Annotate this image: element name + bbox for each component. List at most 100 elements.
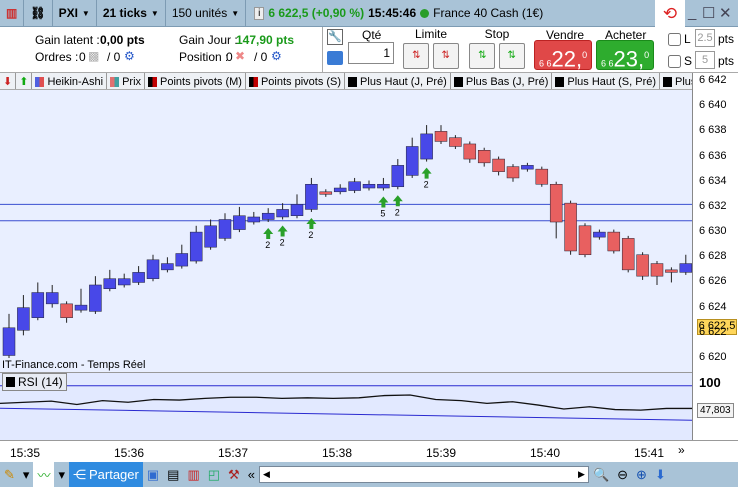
candle-body: [204, 225, 217, 248]
maximize-icon[interactable]: ☐: [702, 4, 715, 22]
orders-cancel-icon[interactable]: ▩: [88, 49, 99, 63]
indicator-2[interactable]: Points pivots (M): [145, 73, 246, 89]
zoom-in-icon[interactable]: ⊕: [632, 462, 651, 487]
orderbook-icon[interactable]: ▥: [183, 462, 203, 487]
limit-buy-button[interactable]: ⇅: [403, 43, 430, 69]
candle-body: [521, 165, 534, 170]
symbol-select[interactable]: PXI ▼: [53, 0, 97, 27]
buy-button[interactable]: 6 623,0: [596, 40, 654, 71]
candlestick-chart[interactable]: 2 225 22: [0, 90, 693, 372]
comment-icon[interactable]: ▣: [143, 462, 163, 487]
candle-0: [2, 313, 16, 358]
horizontal-scrollbar[interactable]: ◀ ▶: [258, 466, 589, 483]
indicator-0[interactable]: Heikin-Ashi: [32, 73, 108, 89]
buy-prefix: 6 6: [601, 58, 614, 69]
info-icon[interactable]: i: [254, 6, 265, 20]
minimize-icon[interactable]: _: [688, 4, 696, 21]
gain-jour-value: 147,90 pts: [236, 33, 295, 47]
limit-modify-button[interactable]: ⇅: [432, 43, 459, 69]
indicator-7[interactable]: Plus: [660, 73, 692, 89]
rsi-legend[interactable]: RSI (14): [2, 373, 67, 391]
keyboard-icon[interactable]: [327, 51, 343, 65]
candle-1: [17, 295, 30, 336]
stop-checkbox[interactable]: [668, 55, 681, 68]
scroll-down-button[interactable]: ⬇: [0, 73, 17, 89]
indicators-dropdown[interactable]: ▾: [54, 462, 69, 487]
candle-44: [636, 252, 649, 280]
indicators-icon[interactable]: 〰: [33, 462, 55, 487]
candle-body: [261, 212, 275, 220]
candle-34: [492, 156, 505, 176]
quantity-input[interactable]: [348, 42, 394, 64]
rsi-band-line: [0, 407, 693, 421]
tools-icon[interactable]: ⚒: [224, 462, 244, 487]
scroll-up-button[interactable]: ⬆: [16, 73, 33, 89]
stop-button[interactable]: ⇅: [469, 43, 496, 69]
candle-27: [391, 159, 405, 190]
candle-18: [261, 208, 275, 223]
ticks-select[interactable]: 21 ticks ▼: [97, 0, 166, 27]
buy-signal-arrow-icon: [306, 217, 317, 229]
candle-body: [74, 304, 88, 311]
top-toolbar: ▥ ⛓ PXI ▼ 21 ticks ▼ 150 unités ▼ i 6 622,5…: [0, 0, 738, 27]
scroll-end-icon[interactable]: »: [678, 443, 685, 457]
status-dot-icon: [420, 8, 430, 18]
indicator-swatch: [555, 76, 565, 87]
wrench-icon[interactable]: 🔧: [327, 29, 343, 45]
ordres-gear-icon[interactable]: ⚙: [124, 49, 135, 63]
candle-body: [161, 263, 174, 271]
scroll-down-icon[interactable]: ⬇: [651, 462, 670, 487]
rsi-top-tick: 100: [699, 375, 721, 390]
candle-body: [391, 165, 405, 188]
position-gear-icon[interactable]: ⚙: [271, 49, 282, 63]
close-icon[interactable]: ✕: [719, 4, 732, 22]
share-icon: ⋲: [72, 466, 86, 482]
price-chart[interactable]: 222522 IT-Finance.com - Temps Réel: [0, 90, 693, 372]
share-button[interactable]: ⋲ Partager: [68, 462, 143, 487]
zoom-fit-icon[interactable]: 🔍: [589, 462, 613, 487]
indicator-4[interactable]: Plus Haut (J, Pré): [345, 73, 451, 89]
signal-count: 5: [380, 209, 385, 219]
link-icon[interactable]: ⛓: [24, 0, 53, 27]
units-select[interactable]: 150 unités ▼: [166, 0, 247, 27]
sell-button[interactable]: 6 622,0: [534, 40, 592, 71]
candle-11: [161, 257, 174, 273]
candle-body: [2, 327, 16, 356]
candle-37: [535, 166, 549, 187]
zoom-out-icon[interactable]: ⊖: [613, 462, 632, 487]
price-axis[interactable]: 6 622,5 100 47,803 6 642 6 640 6 638 6 636 6…: [692, 73, 738, 440]
signal-count: 2: [395, 207, 400, 217]
compare-icon[interactable]: ◰: [204, 462, 224, 487]
candle-body: [103, 278, 117, 290]
draw-dropdown[interactable]: ▾: [19, 462, 34, 487]
candle-body: [506, 166, 520, 179]
time-axis: » 15:35 15:36 15:37 15:38 15:39 15:40 15:41: [0, 440, 738, 462]
indicator-3[interactable]: Points pivots (S): [246, 73, 346, 89]
stop-pts-input[interactable]: [695, 51, 715, 69]
indicator-6[interactable]: Plus Haut (S, Pré): [552, 73, 661, 89]
stop-modify-button[interactable]: ⇅: [498, 43, 525, 69]
candle-39: [564, 200, 577, 255]
candle-9: [132, 266, 145, 285]
candle-body: [218, 219, 232, 239]
indicator-swatch: [248, 76, 258, 87]
scroll-left-icon[interactable]: «: [244, 462, 259, 487]
candle-43: [621, 235, 635, 273]
indicator-label: Plus: [675, 75, 692, 88]
indicator-label: Plus Bas (J, Pré): [465, 75, 549, 88]
refresh-icon[interactable]: ⟲: [655, 0, 685, 27]
rsi-value-marker: 47,803: [697, 403, 734, 418]
buy-signal-arrow-icon: [421, 167, 432, 179]
order-panel: Gain latent : 0,00 pts Gain Jour : 147,9…: [0, 27, 738, 73]
chart-type-icon[interactable]: ▥: [0, 0, 25, 27]
draw-tool-icon[interactable]: ✎: [0, 462, 19, 487]
indicator-5[interactable]: Plus Bas (J, Pré): [451, 73, 553, 89]
position-close-icon[interactable]: ✖: [235, 49, 245, 63]
signal-count: 2: [308, 230, 313, 240]
indicator-1[interactable]: Prix: [107, 73, 146, 89]
limit-pts-input[interactable]: [695, 29, 715, 47]
rsi-panel[interactable]: RSI (14): [0, 372, 693, 440]
buy-sup: 0: [644, 50, 650, 60]
list-icon[interactable]: ▤: [163, 462, 183, 487]
limit-checkbox[interactable]: [668, 33, 681, 46]
